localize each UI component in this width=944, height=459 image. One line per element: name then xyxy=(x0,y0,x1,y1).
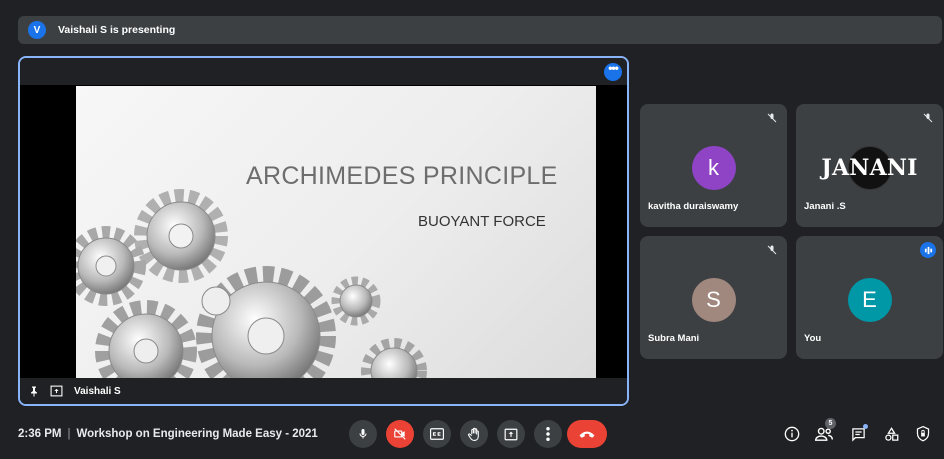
presenting-banner: V Vaishali S is presenting xyxy=(18,16,942,44)
speaking-indicator-icon xyxy=(920,242,936,258)
hand-icon xyxy=(467,427,479,441)
meeting-details-button[interactable] xyxy=(783,425,801,443)
participant-name: Janani .S xyxy=(804,201,846,212)
microphone-button[interactable] xyxy=(349,420,377,448)
present-screen-icon[interactable] xyxy=(48,383,64,399)
camera-button[interactable] xyxy=(386,420,414,448)
captions-icon xyxy=(430,428,444,440)
present-now-button[interactable] xyxy=(497,420,525,448)
participant-tile-janani[interactable]: JANANI Janani .S xyxy=(796,104,943,227)
participant-name: Subra Mani xyxy=(648,333,700,344)
leave-call-button[interactable] xyxy=(567,420,607,448)
participant-avatar: E xyxy=(847,278,892,322)
mic-off-icon xyxy=(767,113,777,123)
vertical-dots-icon xyxy=(546,427,550,441)
slide-title: ARCHIMEDES PRINCIPLE xyxy=(246,162,558,190)
participant-avatar: JANANI xyxy=(821,146,917,190)
presentation-slide: ARCHIMEDES PRINCIPLE BUOYANT FORCE xyxy=(76,86,596,378)
meeting-time: 2:36 PM xyxy=(18,428,62,440)
shield-lock-icon xyxy=(916,426,930,442)
presentation-bottom-bar: Vaishali S xyxy=(20,378,627,404)
presenter-avatar: V xyxy=(28,21,46,39)
camera-off-icon xyxy=(394,428,406,440)
host-controls-button[interactable] xyxy=(914,425,932,443)
pin-icon[interactable] xyxy=(26,383,42,399)
meeting-info: 2:36 PM | Workshop on Engineering Made Eas… xyxy=(18,428,318,440)
more-options-icon[interactable]: ••• xyxy=(604,62,622,81)
mic-icon xyxy=(359,429,367,439)
presentation-stage[interactable]: ••• ARCHIMEDES PRINCIPLE BUOYANT FORCE V… xyxy=(18,56,629,406)
participant-tile-you[interactable]: E You xyxy=(796,236,943,359)
captions-button[interactable] xyxy=(423,420,451,448)
presenting-text: Vaishali S is presenting xyxy=(58,24,176,36)
more-options-button[interactable] xyxy=(534,420,562,448)
participant-avatar: S xyxy=(691,278,736,322)
people-icon xyxy=(815,427,833,441)
chat-icon xyxy=(851,427,865,442)
people-count-badge: 5 xyxy=(825,418,836,429)
people-button[interactable]: 5 xyxy=(815,418,836,443)
activities-icon xyxy=(884,426,898,441)
present-screen-icon xyxy=(504,428,518,440)
chat-notification-dot xyxy=(863,424,868,429)
raise-hand-button[interactable] xyxy=(460,420,488,448)
mic-off-icon xyxy=(767,245,777,255)
presenter-name-label: Vaishali S xyxy=(74,385,121,397)
chat-button[interactable] xyxy=(849,424,868,443)
mic-off-icon xyxy=(923,113,933,123)
participant-tile-kavitha[interactable]: k kavitha duraiswamy xyxy=(640,104,787,227)
hangup-icon xyxy=(579,431,595,438)
meeting-title: Workshop on Engineering Made Easy - 2021 xyxy=(76,428,318,440)
participant-avatar: k xyxy=(691,146,736,190)
slide-subtitle: BUOYANT FORCE xyxy=(418,213,546,230)
gears-illustration xyxy=(76,189,427,378)
bottom-control-bar: 2:36 PM | Workshop on Engineering Made Eas… xyxy=(0,416,944,459)
info-icon xyxy=(784,426,800,442)
meeting-info-separator: | xyxy=(67,428,71,440)
presentation-top-bar xyxy=(20,58,627,85)
activities-button[interactable] xyxy=(882,425,900,443)
participant-tile-subra[interactable]: S Subra Mani xyxy=(640,236,787,359)
participant-name: You xyxy=(804,333,822,344)
participant-name: kavitha duraiswamy xyxy=(648,201,739,212)
